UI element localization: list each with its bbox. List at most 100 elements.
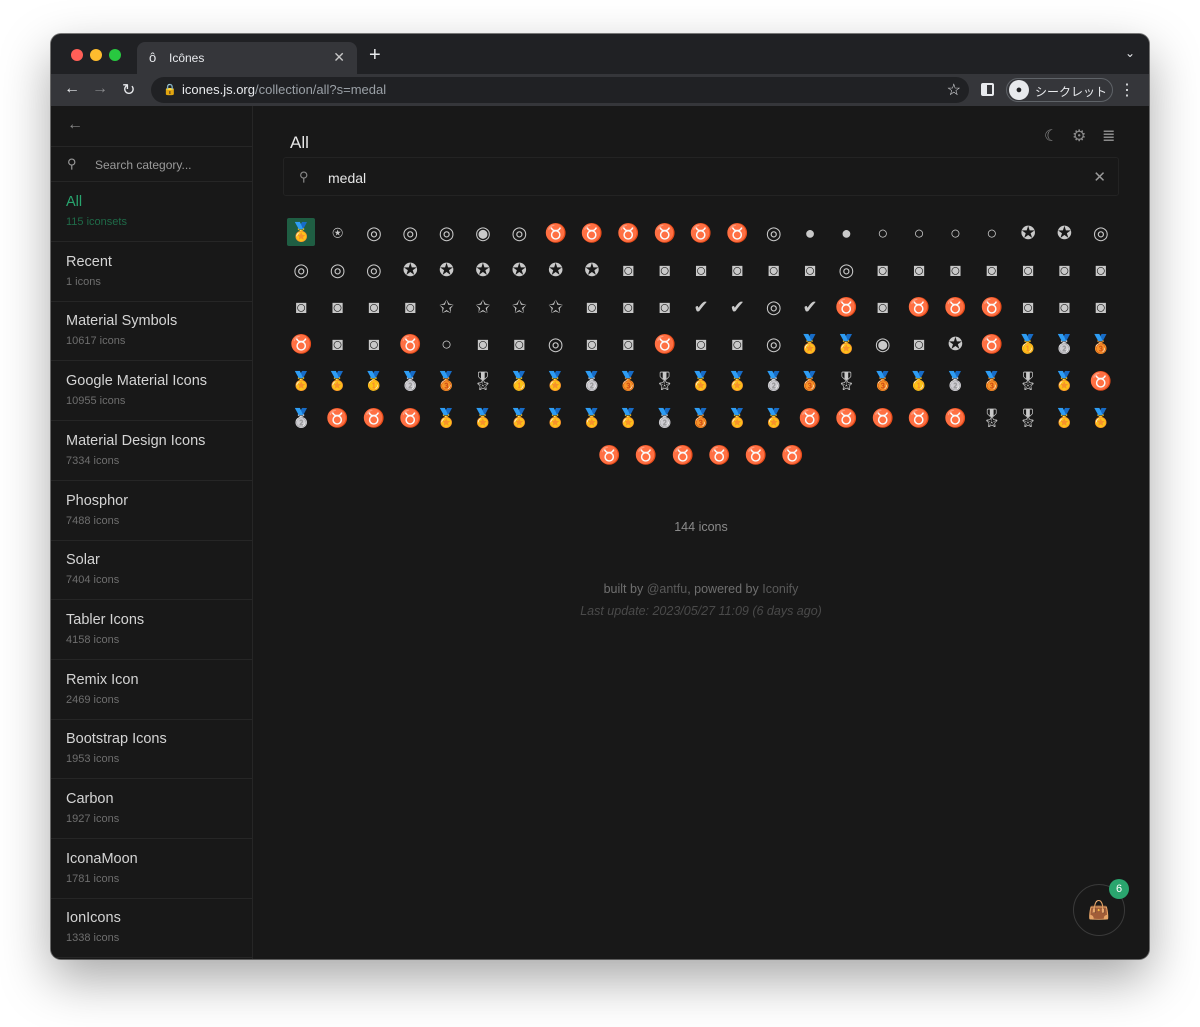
medal-icon[interactable]: ◙ <box>465 325 501 362</box>
reload-icon[interactable]: ↻ <box>122 80 135 100</box>
medal-icon[interactable]: ⍟ <box>319 214 355 251</box>
medal-icon[interactable]: 🥉 <box>610 362 646 399</box>
medal-icon[interactable]: 🏅 <box>1046 399 1082 436</box>
back-arrow-icon[interactable]: ← <box>64 80 80 98</box>
medal-icon[interactable]: ♉ <box>774 436 811 473</box>
medal-icon[interactable]: ♉ <box>937 288 973 325</box>
medal-icon[interactable]: ♉ <box>828 399 864 436</box>
browser-menu-icon[interactable]: ⋮ <box>1119 80 1135 100</box>
sidebar-item[interactable]: Material Design Icons 7334 icons <box>51 421 253 481</box>
new-tab-icon[interactable]: + <box>369 44 381 67</box>
medal-icon[interactable]: ◉ <box>465 214 501 251</box>
medal-icon[interactable]: ◎ <box>537 325 573 362</box>
medal-icon[interactable]: ◙ <box>1083 288 1119 325</box>
medal-icon[interactable]: ◙ <box>646 251 682 288</box>
medal-icon[interactable]: ○ <box>901 214 937 251</box>
medal-icon[interactable]: ✪ <box>574 251 610 288</box>
medal-icon[interactable]: ♉ <box>356 399 392 436</box>
back-arrow-icon[interactable]: ← <box>67 116 83 134</box>
medal-icon[interactable]: 🏅 <box>501 399 537 436</box>
sidebar-item[interactable]: Solar 7404 icons <box>51 540 253 601</box>
list-view-icon[interactable]: ≣ <box>1102 126 1115 146</box>
close-tab-icon[interactable]: ✕ <box>333 49 345 66</box>
medal-icon[interactable]: 🥈 <box>283 399 319 436</box>
medal-icon[interactable]: ◙ <box>683 251 719 288</box>
medal-icon[interactable]: ◙ <box>610 251 646 288</box>
medal-icon[interactable]: ♉ <box>646 325 682 362</box>
medal-icon[interactable]: 🏅 <box>537 399 573 436</box>
sidebar-item[interactable]: Carbon 1927 icons <box>51 779 253 839</box>
medal-icon[interactable]: ✔ <box>719 288 755 325</box>
medal-icon[interactable]: 🥉 <box>974 362 1010 399</box>
medal-icon[interactable]: 🥇 <box>356 362 392 399</box>
medal-icon[interactable]: ◙ <box>1046 251 1082 288</box>
sidebar-item[interactable]: Remix Icon 2469 icons <box>51 660 253 720</box>
medal-icon[interactable]: ◙ <box>283 288 319 325</box>
medal-icon[interactable]: ♉ <box>738 436 775 473</box>
medal-icon[interactable]: 🏅 <box>756 399 792 436</box>
medal-icon[interactable]: ✪ <box>428 251 464 288</box>
medal-icon[interactable]: 🥈 <box>756 362 792 399</box>
medal-icon[interactable]: ♉ <box>865 399 901 436</box>
medal-icon[interactable]: ◎ <box>356 251 392 288</box>
lock-icon[interactable]: 🔒 <box>163 83 177 96</box>
medal-icon[interactable]: ♉ <box>828 288 864 325</box>
medal-icon[interactable]: 🎖 <box>974 399 1010 436</box>
medal-icon[interactable]: ◙ <box>1010 251 1046 288</box>
sidebar-item[interactable]: Material Symbols 10617 icons <box>51 301 253 362</box>
medal-icon[interactable]: ◙ <box>610 325 646 362</box>
medal-icon[interactable]: 🎖 <box>1010 399 1046 436</box>
medal-icon[interactable]: ◎ <box>501 214 537 251</box>
medal-icon[interactable]: ♉ <box>1083 362 1119 399</box>
medal-icon[interactable]: ♉ <box>574 214 610 251</box>
medal-icon[interactable]: ♉ <box>701 436 738 473</box>
medal-icon[interactable]: 🏅 <box>610 399 646 436</box>
forward-arrow-icon[interactable]: → <box>92 80 108 98</box>
iconify-link[interactable]: Iconify <box>762 582 798 596</box>
medal-icon[interactable]: ◙ <box>501 325 537 362</box>
medal-icon[interactable]: ◙ <box>610 288 646 325</box>
author-link[interactable]: @antfu <box>647 582 688 596</box>
medal-icon[interactable]: ◙ <box>1010 288 1046 325</box>
medal-icon[interactable]: ◙ <box>901 325 937 362</box>
icon-search-box[interactable]: ⚲ medal ✕ <box>283 157 1119 196</box>
medal-icon[interactable]: ✔ <box>683 288 719 325</box>
medal-icon[interactable]: ● <box>828 214 864 251</box>
medal-icon[interactable]: ◙ <box>356 325 392 362</box>
medal-icon[interactable]: 🥉 <box>1083 325 1119 362</box>
medal-icon[interactable]: 🏅 <box>792 325 828 362</box>
medal-icon[interactable]: ○ <box>428 325 464 362</box>
medal-icon[interactable]: 🏅 <box>465 399 501 436</box>
address-bar[interactable]: 🔒 icones.js.org/collection/all?s=medal ☆ <box>151 77 969 103</box>
sidebar-item[interactable]: Recent 1 icons <box>51 242 253 302</box>
medal-icon[interactable]: 🥇 <box>1010 325 1046 362</box>
medal-icon[interactable]: ✩ <box>537 288 573 325</box>
medal-icon[interactable]: ◙ <box>574 325 610 362</box>
medal-icon[interactable]: ♉ <box>664 436 701 473</box>
medal-icon[interactable]: ♉ <box>683 214 719 251</box>
medal-icon[interactable]: 🥈 <box>392 362 428 399</box>
medal-icon[interactable]: ○ <box>865 214 901 251</box>
dark-mode-moon-icon[interactable]: ☾ <box>1044 126 1058 146</box>
browser-tab[interactable]: ô Icônes ✕ <box>137 42 357 74</box>
medal-icon[interactable]: ✩ <box>501 288 537 325</box>
sidebar-item[interactable]: Google Material Icons 10955 icons <box>51 361 253 422</box>
bookmark-star-icon[interactable]: ☆ <box>947 80 961 100</box>
medal-icon[interactable]: ◎ <box>756 325 792 362</box>
medal-icon[interactable]: ◙ <box>1046 288 1082 325</box>
medal-icon[interactable]: 🏅 <box>683 362 719 399</box>
medal-icon[interactable]: ♉ <box>792 399 828 436</box>
medal-icon[interactable]: ◎ <box>756 214 792 251</box>
medal-icon[interactable]: ♉ <box>610 214 646 251</box>
medal-icon[interactable]: ◙ <box>319 288 355 325</box>
medal-icon[interactable]: ♉ <box>283 325 319 362</box>
medal-icon[interactable]: ◎ <box>428 214 464 251</box>
medal-icon[interactable]: 🥉 <box>792 362 828 399</box>
medal-icon[interactable]: ✪ <box>1010 214 1046 251</box>
medal-icon[interactable]: ◎ <box>1083 214 1119 251</box>
medal-icon[interactable]: ◙ <box>901 251 937 288</box>
medal-icon[interactable]: 🥇 <box>901 362 937 399</box>
close-window-button[interactable] <box>71 49 83 61</box>
medal-icon[interactable]: 🏅 <box>1083 399 1119 436</box>
medal-icon[interactable]: 🥈 <box>937 362 973 399</box>
